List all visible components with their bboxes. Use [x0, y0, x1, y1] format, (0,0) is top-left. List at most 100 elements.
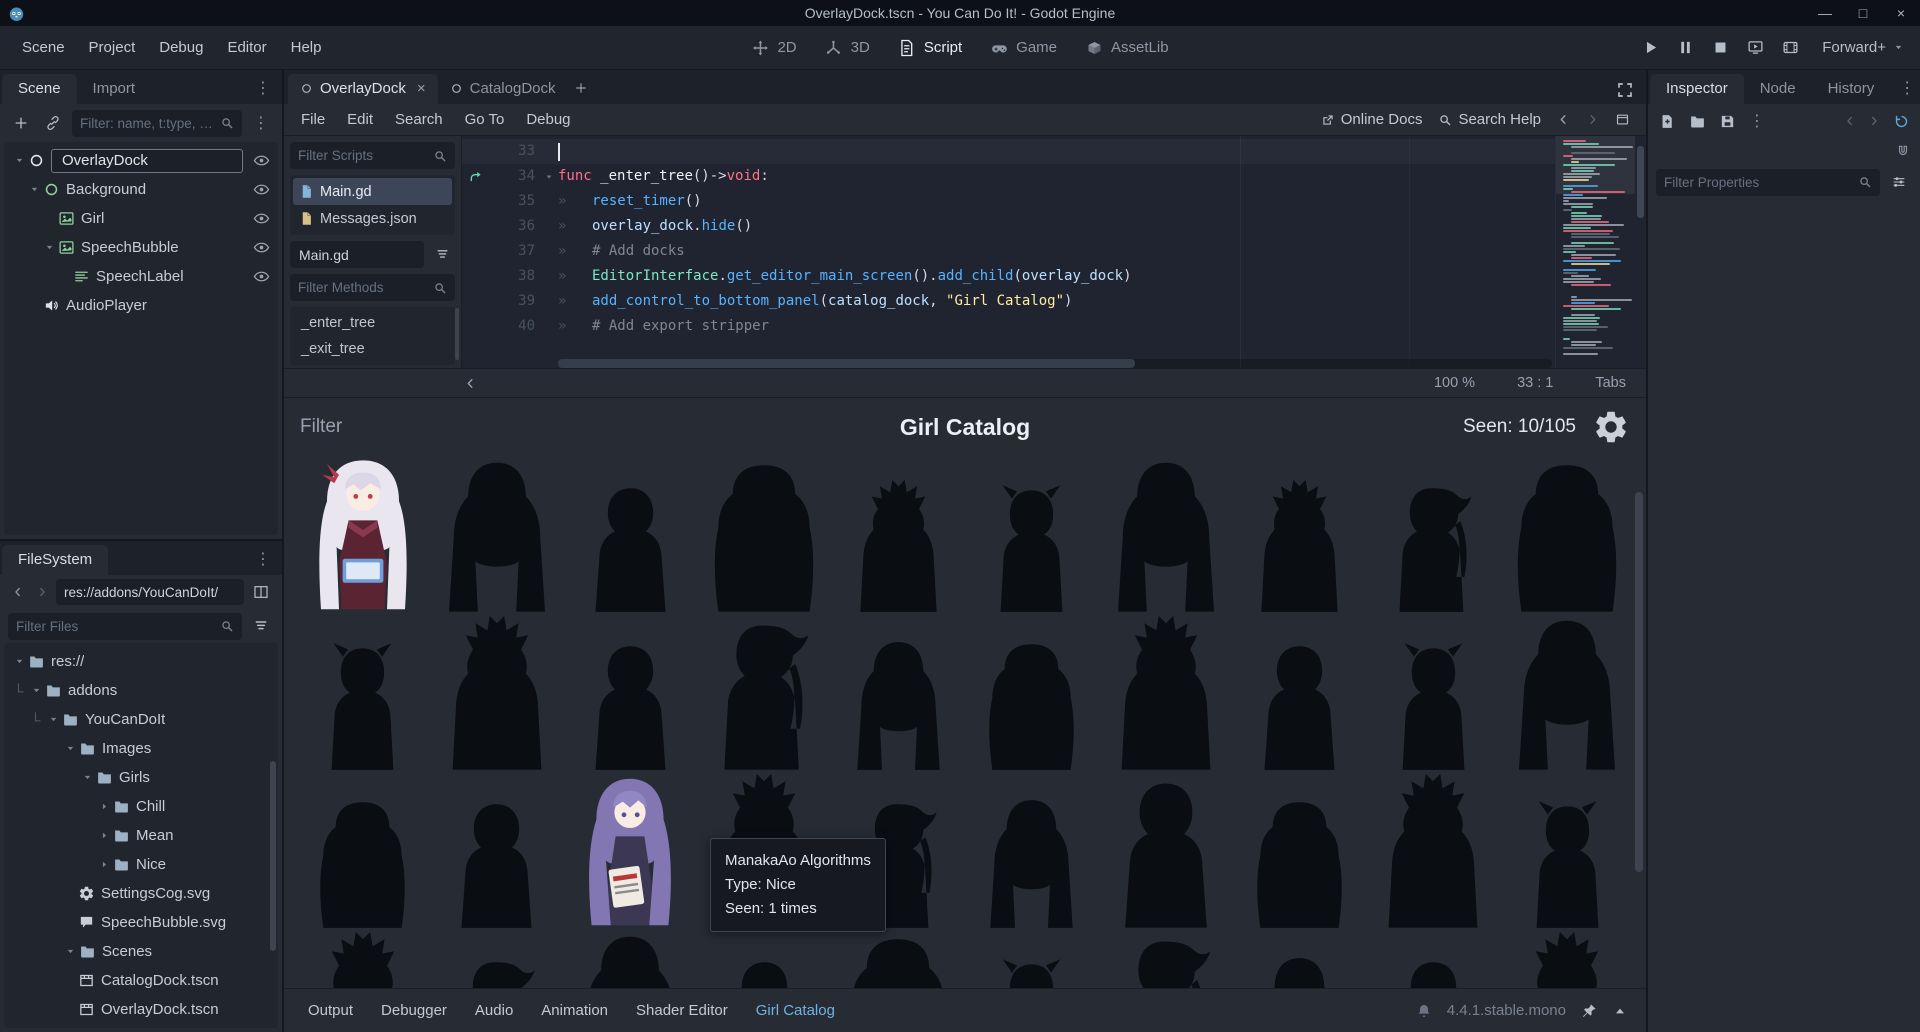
- inspector-filter-input[interactable]: [1664, 175, 1852, 190]
- catalog-cell[interactable]: [296, 930, 430, 988]
- visibility-eye-icon[interactable]: [253, 239, 270, 256]
- inspector-back-button[interactable]: [1840, 110, 1860, 132]
- stop-button[interactable]: [1709, 37, 1731, 59]
- catalog-cell[interactable]: [1233, 772, 1367, 930]
- script-menu-search[interactable]: Search: [384, 106, 454, 133]
- inspector-forward-button[interactable]: [1864, 110, 1884, 132]
- fs-filter-input[interactable]: [16, 619, 214, 634]
- tab-import[interactable]: Import: [77, 74, 152, 104]
- catalog-cell[interactable]: [296, 456, 430, 614]
- fs-item-speechbubble-svg[interactable]: SpeechBubble.svg: [4, 908, 278, 937]
- script-menu-debug[interactable]: Debug: [515, 106, 581, 133]
- workspace-2d[interactable]: 2D: [751, 39, 796, 57]
- code-editor[interactable]: 3334func _enter_tree()->void:35»reset_ti…: [462, 136, 1646, 368]
- code-line-39[interactable]: 39»add_control_to_bottom_panel(catalog_d…: [462, 289, 1555, 314]
- code-gutter[interactable]: 37: [462, 239, 558, 264]
- scene-node-speechlabel[interactable]: SpeechLabel: [4, 262, 278, 291]
- play-scene-button[interactable]: [1744, 37, 1766, 59]
- bottom-tab-debugger[interactable]: Debugger: [367, 995, 461, 1026]
- code-minimap[interactable]: [1555, 136, 1635, 368]
- minimize-button[interactable]: —: [1806, 0, 1844, 26]
- catalog-cell[interactable]: [1099, 614, 1233, 772]
- visibility-eye-icon[interactable]: [253, 268, 270, 285]
- catalog-cell[interactable]: [1500, 772, 1634, 930]
- pin-bottom-panel-icon[interactable]: [1581, 1003, 1597, 1019]
- code-line-37[interactable]: 37»# Add docks: [462, 239, 1555, 264]
- new-resource-icon[interactable]: [1654, 108, 1680, 134]
- fs-filter[interactable]: [8, 613, 242, 640]
- fs-item-nice[interactable]: Nice: [4, 850, 278, 879]
- movie-maker-button[interactable]: [1779, 37, 1801, 59]
- catalog-cell[interactable]: [430, 614, 564, 772]
- tree-expand-arrow[interactable]: [78, 772, 96, 783]
- fs-sort-icon[interactable]: [248, 613, 274, 639]
- renderer-select[interactable]: Forward+: [1822, 39, 1904, 56]
- bottom-tab-output[interactable]: Output: [294, 995, 367, 1026]
- bottom-tab-audio[interactable]: Audio: [461, 995, 527, 1026]
- scene-tree[interactable]: OverlayDockBackgroundGirlSpeechBubbleSpe…: [4, 142, 278, 535]
- workspace-assetlib[interactable]: AssetLib: [1085, 39, 1169, 57]
- catalog-cell[interactable]: [1233, 614, 1367, 772]
- tab-inspector[interactable]: Inspector: [1650, 74, 1744, 104]
- catalog-cell[interactable]: [831, 456, 965, 614]
- new-scene-tab-button[interactable]: [568, 75, 594, 101]
- catalog-cell[interactable]: [965, 456, 1099, 614]
- tree-expand-arrow[interactable]: [95, 830, 113, 841]
- catalog-cell[interactable]: [430, 772, 564, 930]
- fs-item-res[interactable]: res://: [4, 647, 278, 676]
- play-button[interactable]: [1639, 37, 1661, 59]
- scene-filter[interactable]: [72, 110, 242, 137]
- catalog-cell[interactable]: [697, 930, 831, 988]
- catalog-cell[interactable]: [1366, 930, 1500, 988]
- code-gutter[interactable]: 34: [462, 164, 558, 189]
- tree-expand-arrow[interactable]: [95, 859, 113, 870]
- inspector-filter[interactable]: [1656, 169, 1880, 196]
- tab-menu-icon[interactable]: ⋮: [1890, 78, 1920, 104]
- catalog-cell[interactable]: [1500, 614, 1634, 772]
- menu-help[interactable]: Help: [279, 32, 334, 63]
- scene-node-girl[interactable]: Girl: [4, 204, 278, 233]
- code-gutter[interactable]: 35: [462, 189, 558, 214]
- tree-expand-arrow[interactable]: [10, 656, 28, 667]
- bottom-tab-animation[interactable]: Animation: [527, 995, 622, 1026]
- pause-button[interactable]: [1674, 37, 1696, 59]
- fs-item-settingscog-svg[interactable]: SettingsCog.svg: [4, 879, 278, 908]
- catalog-filter-input[interactable]: Filter: [300, 416, 342, 438]
- code-line-34[interactable]: 34func _enter_tree()->void:: [462, 164, 1555, 189]
- catalog-cell[interactable]: [1500, 456, 1634, 614]
- catalog-cell[interactable]: [1366, 772, 1500, 930]
- members-sort-icon[interactable]: [429, 242, 455, 268]
- catalog-settings-gear-icon[interactable]: [1592, 408, 1630, 446]
- catalog-cell[interactable]: [564, 930, 698, 988]
- fs-item-addons[interactable]: └addons: [4, 676, 278, 705]
- methods-filter-input[interactable]: [298, 280, 427, 295]
- tab-filesystem[interactable]: FileSystem: [2, 545, 108, 575]
- catalog-cell[interactable]: [1366, 456, 1500, 614]
- visibility-eye-icon[interactable]: [253, 210, 270, 227]
- catalog-cell[interactable]: [1500, 930, 1634, 988]
- fs-path-field[interactable]: [56, 579, 244, 605]
- expand-bottom-panel-icon[interactable]: [1612, 1003, 1628, 1019]
- online-docs-button[interactable]: Online Docs: [1321, 111, 1423, 128]
- methods-scrollbar[interactable]: [455, 308, 459, 360]
- code-line-38[interactable]: 38»EditorInterface.get_editor_main_scree…: [462, 264, 1555, 289]
- instance-scene-button[interactable]: [40, 110, 66, 136]
- property-tools-icon[interactable]: [1886, 169, 1912, 195]
- code-zoom-level[interactable]: 100 %: [1434, 375, 1475, 391]
- fs-split-mode-icon[interactable]: [248, 579, 274, 605]
- fs-item-overlaydock-tscn[interactable]: OverlayDock.tscn: [4, 995, 278, 1024]
- code-gutter[interactable]: 39: [462, 289, 558, 314]
- scene-node-background[interactable]: Background: [4, 175, 278, 204]
- close-tab-icon[interactable]: ×: [417, 80, 426, 97]
- script-history-forward-button[interactable]: [1586, 113, 1599, 126]
- catalog-cell[interactable]: [296, 614, 430, 772]
- scene-tree-options-icon[interactable]: ⋮: [248, 110, 274, 136]
- tree-expand-arrow[interactable]: [61, 946, 79, 957]
- fs-item-scenes[interactable]: Scenes: [4, 937, 278, 966]
- menu-editor[interactable]: Editor: [215, 32, 278, 63]
- tree-expand-arrow[interactable]: [10, 155, 28, 166]
- script-item-messages-json[interactable]: Messages.json: [293, 205, 452, 232]
- scene-tab-catalogdock[interactable]: CatalogDock: [438, 74, 568, 104]
- catalog-cell[interactable]: [1366, 614, 1500, 772]
- fs-scrollbar[interactable]: [270, 761, 276, 951]
